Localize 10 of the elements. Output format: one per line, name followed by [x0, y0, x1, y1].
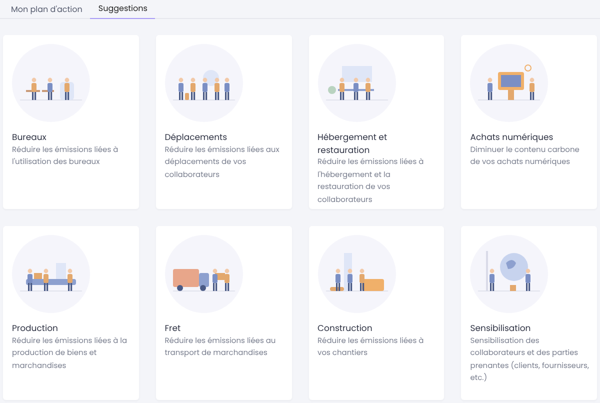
card-title: Déplacements — [164, 131, 228, 144]
card-title: Bureaux — [12, 131, 48, 144]
card-title: Fret — [164, 322, 182, 334]
tab[interactable]: Suggestions — [90, 0, 156, 19]
card-title: Achats numériques — [470, 131, 554, 144]
tab[interactable]: Mon plan d'action — [3, 0, 90, 19]
card-title: Hébergement et restauration — [318, 131, 388, 156]
card-title: Sensibilisation — [470, 322, 532, 334]
card-title: Construction — [318, 322, 374, 334]
card-title: Production — [12, 322, 59, 334]
